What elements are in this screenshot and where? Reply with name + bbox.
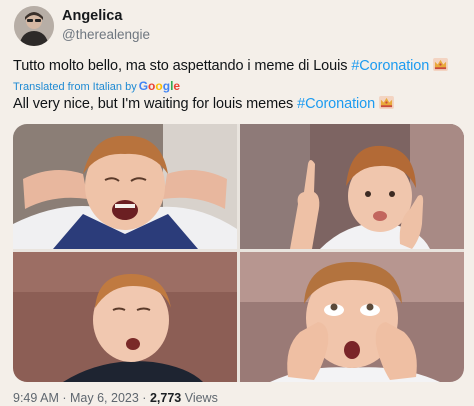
user-handle[interactable]: @therealengie	[62, 27, 150, 42]
media-grid	[13, 124, 464, 382]
original-text: Tutto molto bello, ma sto aspettando i m…	[13, 58, 348, 74]
views-label: Views	[184, 391, 218, 405]
display-name[interactable]: Angelica	[62, 8, 122, 24]
profile-photo-icon	[14, 6, 54, 46]
crown-emoji-icon	[433, 58, 449, 71]
translation-note[interactable]: Translated from Italian by Google	[13, 79, 180, 93]
hashtag-link[interactable]: #Coronation	[297, 96, 375, 112]
tweet-translated-text: All very nice, but I'm waiting for louis…	[13, 96, 394, 112]
media-photo-3[interactable]	[13, 252, 237, 382]
tweet-time[interactable]: 9:49 AM	[13, 391, 59, 405]
meta-separator: ·	[142, 391, 147, 405]
meta-separator: ·	[62, 391, 67, 405]
tweet-original-text: Tutto molto bello, ma sto aspettando i m…	[13, 58, 449, 74]
boy-head-tilted-photo-icon	[13, 252, 237, 382]
google-logo: Google	[138, 79, 181, 93]
media-photo-1[interactable]	[13, 124, 237, 249]
avatar[interactable]	[14, 6, 54, 46]
translated-text: All very nice, but I'm waiting for louis…	[13, 96, 294, 112]
boy-pointing-photo-icon	[240, 124, 464, 249]
tweet-meta: 9:49 AM · May 6, 2023 · 2,773 Views	[13, 391, 218, 405]
media-photo-2[interactable]	[240, 124, 464, 249]
views-count: 2,773	[149, 391, 182, 405]
crown-emoji-icon	[379, 96, 394, 109]
boy-covering-ears-photo-icon	[13, 124, 237, 249]
hashtag-link[interactable]: #Coronation	[351, 58, 429, 74]
tweet-date[interactable]: May 6, 2023	[70, 391, 139, 405]
translation-label: Translated from Italian by	[13, 81, 137, 93]
tweet-card: Angelica @therealengie Tutto molto bello…	[0, 0, 474, 406]
boy-hands-on-cheeks-photo-icon	[240, 252, 464, 382]
media-photo-4[interactable]	[240, 252, 464, 382]
